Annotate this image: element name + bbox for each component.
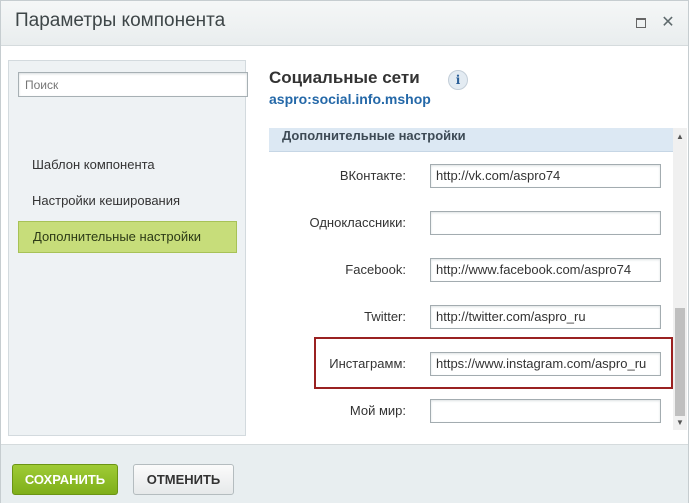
dialog-content: Шаблон компонента Настройки кеширования … xyxy=(1,46,688,444)
scroll-up-icon[interactable]: ▲ xyxy=(673,130,687,144)
param-label-ok: Одноклассники: xyxy=(309,215,406,230)
scrollbar[interactable]: ▲ ▼ xyxy=(673,128,687,430)
moy-mir-field[interactable] xyxy=(430,399,661,423)
sidebar-item-caching[interactable]: Настройки кеширования xyxy=(18,185,237,217)
param-label-twitter: Twitter: xyxy=(364,309,406,324)
info-icon[interactable]: i xyxy=(448,70,468,90)
search-input[interactable] xyxy=(18,72,248,97)
close-icon[interactable]: ✕ xyxy=(660,15,676,31)
sidebar-item-additional[interactable]: Дополнительные настройки xyxy=(18,221,237,253)
vk-field[interactable]: http://vk.com/aspro74 xyxy=(430,164,661,188)
instagram-field[interactable]: https://www.instagram.com/aspro_ru xyxy=(430,352,661,376)
dialog-title: Параметры компонента xyxy=(15,10,226,31)
param-label-vk: ВКонтакте: xyxy=(339,168,406,183)
sidebar-item-template[interactable]: Шаблон компонента xyxy=(18,149,237,181)
odnoklassniki-field[interactable] xyxy=(430,211,661,235)
dialog-footer: СОХРАНИТЬ ОТМЕНИТЬ xyxy=(1,444,688,503)
parameters-panel: Дополнительные настройки ВКонтакте: http… xyxy=(269,128,687,436)
title-bar[interactable]: Параметры компонента ✕ xyxy=(1,1,688,46)
save-button[interactable]: СОХРАНИТЬ xyxy=(12,464,118,495)
facebook-field[interactable]: http://www.facebook.com/aspro74 xyxy=(430,258,661,282)
component-settings-dialog: Параметры компонента ✕ Шаблон компонента… xyxy=(0,0,689,503)
param-label-facebook: Facebook: xyxy=(345,262,406,277)
group-header: Дополнительные настройки xyxy=(269,128,673,152)
param-label-moymir: Мой мир: xyxy=(349,403,406,418)
scroll-thumb[interactable] xyxy=(675,308,685,416)
scroll-down-icon[interactable]: ▼ xyxy=(673,416,687,430)
sidebar: Шаблон компонента Настройки кеширования … xyxy=(8,60,248,436)
param-label-instagram: Инстаграмм: xyxy=(329,356,406,371)
component-title: Социальные сети xyxy=(269,68,420,87)
component-code: aspro:social.info.mshop xyxy=(269,91,431,107)
cancel-button[interactable]: ОТМЕНИТЬ xyxy=(133,464,234,495)
twitter-field[interactable]: http://twitter.com/aspro_ru xyxy=(430,305,661,329)
maximize-icon[interactable] xyxy=(633,15,649,31)
